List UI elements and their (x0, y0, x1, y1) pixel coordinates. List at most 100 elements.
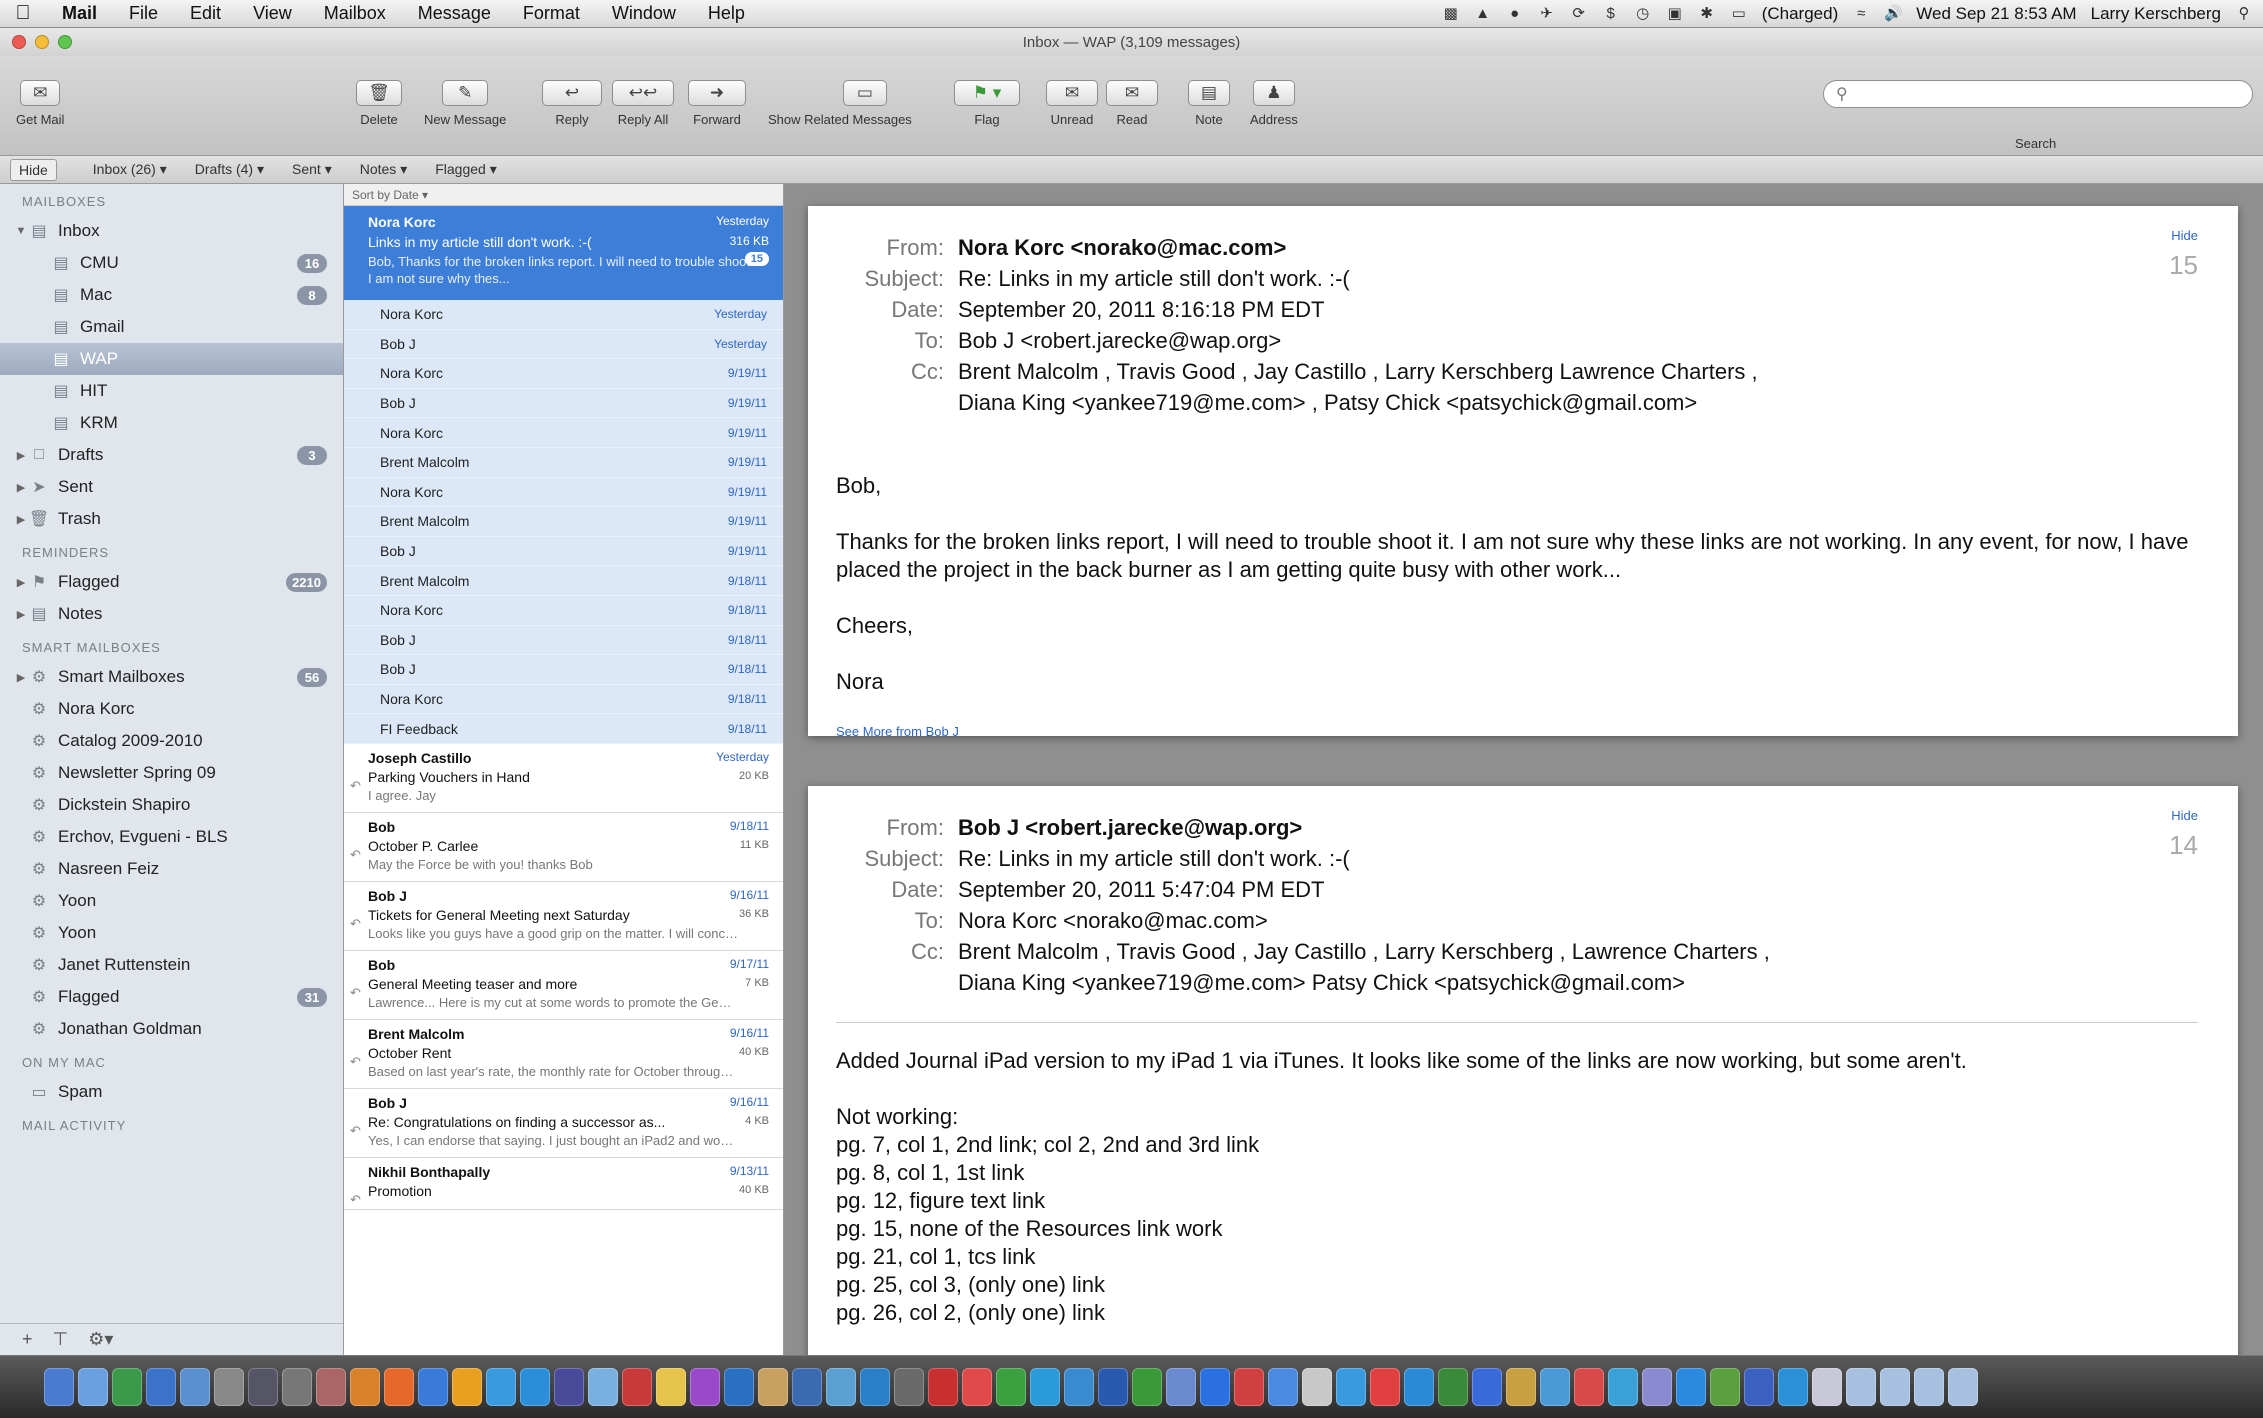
dock-app-icon[interactable] (1438, 1368, 1468, 1406)
hide-mailboxes-button[interactable]: Hide (10, 158, 57, 181)
dock-app-icon[interactable] (452, 1368, 482, 1406)
reply-button[interactable]: ↩ Reply (542, 80, 602, 142)
dock-app-icon[interactable] (996, 1368, 1026, 1406)
sidebar-item-flagged[interactable]: ▶ ⚑ Flagged 2210 (0, 566, 343, 598)
read-button[interactable]: ✉ Read (1106, 80, 1158, 142)
hide-header-link[interactable]: Hide (2171, 808, 2198, 823)
disclosure-triangle-icon[interactable]: ▼ (14, 225, 28, 237)
dock-app-icon[interactable] (1030, 1368, 1060, 1406)
menu-window[interactable]: Window (596, 3, 692, 24)
dock-app-icon[interactable] (1744, 1368, 1774, 1406)
sidebar-item-krm[interactable]: ▤ KRM (0, 407, 343, 439)
sidebar-item-trash[interactable]: ▶ 🗑 Trash (0, 503, 343, 535)
thread-message-row[interactable]: Nora Korc Yesterday (344, 300, 783, 330)
dock-app-icon[interactable] (418, 1368, 448, 1406)
disclosure-triangle-icon[interactable]: ▶ (14, 449, 28, 462)
menu-extra-icon[interactable]: ▲ (1474, 6, 1492, 22)
thread-message-row[interactable]: Bob J 9/19/11 (344, 536, 783, 567)
dock-app-icon[interactable] (180, 1368, 210, 1406)
get-mail-button[interactable]: ✉ Get Mail (16, 80, 64, 142)
cc-value[interactable]: Brent Malcolm , Travis Good , Jay Castil… (958, 936, 2238, 967)
message-row[interactable]: ↶ Bob 9/18/11 October P. Carlee 11 KB May the… (344, 813, 783, 882)
dock-app-icon[interactable] (1642, 1368, 1672, 1406)
disclosure-triangle-icon[interactable]: ▶ (14, 481, 28, 494)
forward-button[interactable]: ➜ Forward (688, 80, 746, 142)
dock-app-icon[interactable] (1948, 1368, 1978, 1406)
zoom-button[interactable] (58, 35, 72, 49)
sidebar-item-smart-flagged[interactable]: ⚙ Flagged 31 (0, 981, 343, 1013)
dock-app-icon[interactable] (282, 1368, 312, 1406)
dock-app-icon[interactable] (146, 1368, 176, 1406)
dock-app-icon[interactable] (1098, 1368, 1128, 1406)
dock-app-icon[interactable] (894, 1368, 924, 1406)
dock-app-icon[interactable] (214, 1368, 244, 1406)
dock-app-icon[interactable] (78, 1368, 108, 1406)
close-button[interactable] (12, 35, 26, 49)
minimize-button[interactable] (35, 35, 49, 49)
menu-extra-icon[interactable]: ▩ (1442, 6, 1460, 22)
dock-app-icon[interactable] (248, 1368, 278, 1406)
thread-message-row[interactable]: Brent Malcolm 9/19/11 (344, 507, 783, 537)
dock-app-icon[interactable] (1132, 1368, 1162, 1406)
dock-app-icon[interactable] (860, 1368, 890, 1406)
message-row[interactable]: ↶ Bob J 9/16/11 Tickets for General Meeting… (344, 882, 783, 951)
search-input[interactable]: ⚲ (1823, 80, 2253, 108)
disclosure-triangle-icon[interactable]: ▶ (14, 608, 28, 621)
thread-message-row[interactable]: Bob J 9/18/11 (344, 625, 783, 656)
dock-app-icon[interactable] (792, 1368, 822, 1406)
see-more-link[interactable]: See More from Bob J (808, 724, 2238, 769)
menu-extra-icon[interactable]: $ (1602, 6, 1620, 22)
user-menu[interactable]: Larry Kerschberg (2091, 4, 2221, 24)
dock-app-icon[interactable] (316, 1368, 346, 1406)
dock-app-icon[interactable] (1336, 1368, 1366, 1406)
selected-thread[interactable]: Nora Korc Yesterday Links in my article … (344, 206, 783, 300)
disclosure-triangle-icon[interactable]: ▶ (14, 576, 28, 589)
dock-app-icon[interactable] (1064, 1368, 1094, 1406)
menu-mail[interactable]: Mail (46, 3, 113, 24)
disclosure-triangle-icon[interactable]: ▶ (14, 513, 28, 526)
dock-app-icon[interactable] (724, 1368, 754, 1406)
dock-app-icon[interactable] (962, 1368, 992, 1406)
message-row[interactable]: ↶ Bob 9/17/11 General Meeting teaser and mo… (344, 951, 783, 1020)
address-button[interactable]: ♟ Address (1250, 80, 1298, 142)
menu-mailbox[interactable]: Mailbox (308, 3, 402, 24)
from-value[interactable]: Nora Korc <norako@mac.com> (958, 232, 2238, 263)
sidebar-item-notes[interactable]: ▶ ▤ Notes (0, 598, 343, 630)
sidebar-item-nasreen[interactable]: ⚙ Nasreen Feiz (0, 853, 343, 885)
thread-message-row[interactable]: Bob J Yesterday (344, 329, 783, 360)
favorite-flagged[interactable]: Flagged ▾ (421, 161, 511, 178)
dock-app-icon[interactable] (1540, 1368, 1570, 1406)
hide-header-link[interactable]: Hide (2171, 228, 2198, 243)
dock-app-icon[interactable] (690, 1368, 720, 1406)
sidebar-item-catalog[interactable]: ⚙ Catalog 2009-2010 (0, 725, 343, 757)
dock-app-icon[interactable] (588, 1368, 618, 1406)
sidebar-item-spam[interactable]: ▭ Spam (0, 1076, 343, 1108)
delete-button[interactable]: 🗑 Delete (356, 80, 402, 142)
dock-app-icon[interactable] (1302, 1368, 1332, 1406)
spotlight-search-icon[interactable]: ⚲ (2235, 6, 2253, 22)
from-value[interactable]: Bob J <robert.jarecke@wap.org> (958, 812, 2238, 843)
sidebar-item-yoon[interactable]: ⚙ Yoon (0, 885, 343, 917)
sidebar-item-drafts[interactable]: ▶ □ Drafts 3 (0, 439, 343, 471)
display-icon[interactable]: ▣ (1666, 6, 1684, 22)
unread-button[interactable]: ✉ Unread (1046, 80, 1098, 142)
gear-icon[interactable]: ⚙▾ (88, 1329, 113, 1350)
favorite-inbox[interactable]: Inbox (26) ▾ (79, 161, 181, 178)
dock-app-icon[interactable] (1778, 1368, 1808, 1406)
thread-message-row[interactable]: Bob J 9/18/11 (344, 655, 783, 685)
dock-app-icon[interactable] (758, 1368, 788, 1406)
dock-app-icon[interactable] (1506, 1368, 1536, 1406)
sidebar-item-newsletter[interactable]: ⚙ Newsletter Spring 09 (0, 757, 343, 789)
message-row[interactable]: ↶ Nikhil Bonthapally 9/13/11 Promotion 40 KB (344, 1158, 783, 1210)
thread-message-row[interactable]: Nora Korc 9/19/11 (344, 418, 783, 448)
sidebar-item-yoon-2[interactable]: ⚙ Yoon (0, 917, 343, 949)
apple-menu-icon[interactable]:  (0, 2, 46, 25)
volume-icon[interactable]: 🔊 (1884, 6, 1903, 22)
dock-app-icon[interactable] (826, 1368, 856, 1406)
dock-app-icon[interactable] (44, 1368, 74, 1406)
dock-app-icon[interactable] (1166, 1368, 1196, 1406)
thread-message-row[interactable]: Nora Korc 9/18/11 (344, 684, 783, 715)
dock-app-icon[interactable] (1710, 1368, 1740, 1406)
dock-app-icon[interactable] (622, 1368, 652, 1406)
time-machine-icon[interactable]: ◷ (1634, 6, 1652, 22)
